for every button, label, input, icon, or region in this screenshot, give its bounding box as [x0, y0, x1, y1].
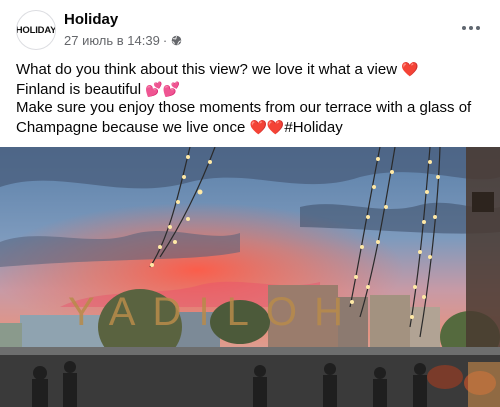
- sunset-terrace-photo: YADILOH: [0, 147, 500, 407]
- page-name-link[interactable]: Holiday: [64, 11, 118, 28]
- double-heart-emoji: ❤️❤️: [249, 118, 285, 135]
- post-message: What do you think about this view? we lo…: [16, 60, 486, 137]
- hashtag-link[interactable]: #Holiday: [284, 119, 342, 136]
- meta-separator: ·: [162, 33, 168, 48]
- sparkle-hearts-emoji: 💕💕: [145, 80, 181, 97]
- globe-icon[interactable]: [171, 35, 182, 46]
- post-text-line-4: Champagne because we live once ❤️❤️#Holi…: [16, 118, 343, 136]
- red-heart-emoji: ❤️: [401, 61, 419, 77]
- post-meta: 27 июль в 14:39 ·: [64, 33, 182, 48]
- post-text-line-3: Make sure you enjoy those moments from o…: [16, 99, 472, 116]
- more-options-button[interactable]: [456, 16, 486, 40]
- post-header: HOLIDAY Holiday 27 июль в 14:39 ·: [0, 0, 500, 58]
- post-photo[interactable]: YADILOH: [0, 147, 500, 407]
- post-date-link[interactable]: 27 июль в 14:39: [64, 33, 160, 48]
- wall-lamp: [472, 192, 494, 212]
- more-dots-icon: [462, 26, 466, 30]
- avatar-logo-text: HOLIDAY: [16, 24, 56, 36]
- building: [20, 315, 110, 347]
- page-avatar[interactable]: HOLIDAY: [16, 10, 56, 50]
- post-text-line-1: What do you think about this view? we lo…: [16, 61, 419, 78]
- post-text-line-2: Finland is beautiful 💕💕: [16, 80, 181, 98]
